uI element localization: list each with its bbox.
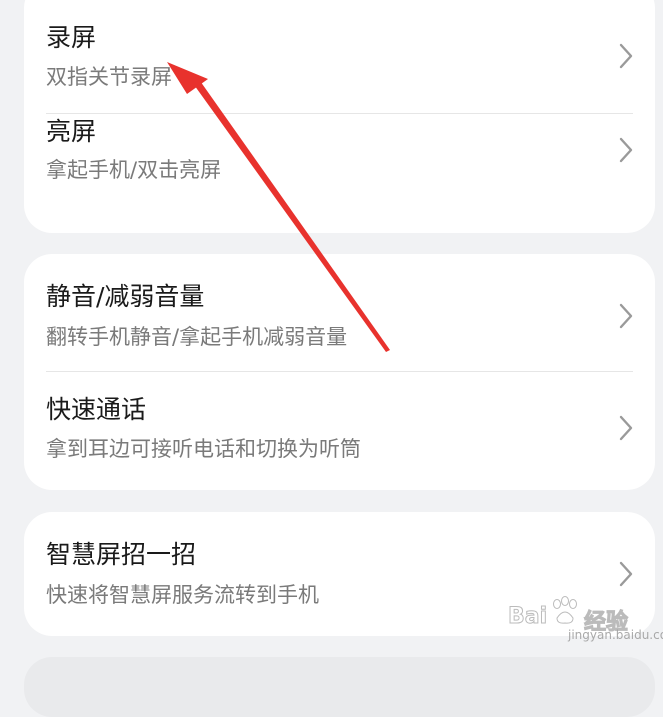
chevron-right-icon: [619, 137, 633, 163]
baidu-watermark: Bai 经验 jingyan.baidu.com: [507, 590, 663, 642]
settings-card-2: 静音/减弱音量 翻转手机静音/拿起手机减弱音量 快速通话 拿到耳边可接听电话和切…: [24, 254, 655, 490]
setting-row-mute[interactable]: 静音/减弱音量 翻转手机静音/拿起手机减弱音量: [24, 254, 655, 371]
settings-card-4-partial: [24, 657, 655, 717]
settings-card-1: 录屏 双指关节录屏 亮屏 拿起手机/双击亮屏: [24, 0, 655, 233]
setting-subtitle: 快速将智慧屏服务流转到手机: [46, 583, 319, 607]
setting-subtitle: 拿起手机/双击亮屏: [46, 158, 222, 182]
setting-title: 快速通话: [46, 395, 147, 424]
setting-title: 静音/减弱音量: [46, 282, 205, 311]
setting-subtitle: 拿到耳边可接听电话和切换为听筒: [46, 437, 361, 461]
watermark-text: Bai: [507, 604, 548, 630]
setting-row-wake-screen[interactable]: 亮屏 拿起手机/双击亮屏: [24, 114, 655, 233]
setting-title: 亮屏: [46, 117, 97, 146]
setting-subtitle: 翻转手机静音/拿起手机减弱音量: [46, 325, 348, 349]
chevron-right-icon: [619, 415, 633, 441]
paw-logo-icon: [553, 596, 577, 624]
setting-title: 录屏: [46, 23, 97, 52]
setting-row-screen-record[interactable]: 录屏 双指关节录屏: [24, 0, 655, 112]
setting-title: 智慧屏招一招: [46, 540, 197, 569]
watermark-url: jingyan.baidu.com: [568, 628, 663, 642]
chevron-right-icon: [619, 303, 633, 329]
setting-row-quick-call[interactable]: 快速通话 拿到耳边可接听电话和切换为听筒: [24, 372, 655, 490]
chevron-right-icon: [619, 561, 633, 587]
setting-subtitle: 双指关节录屏: [46, 65, 172, 89]
chevron-right-icon: [619, 43, 633, 69]
